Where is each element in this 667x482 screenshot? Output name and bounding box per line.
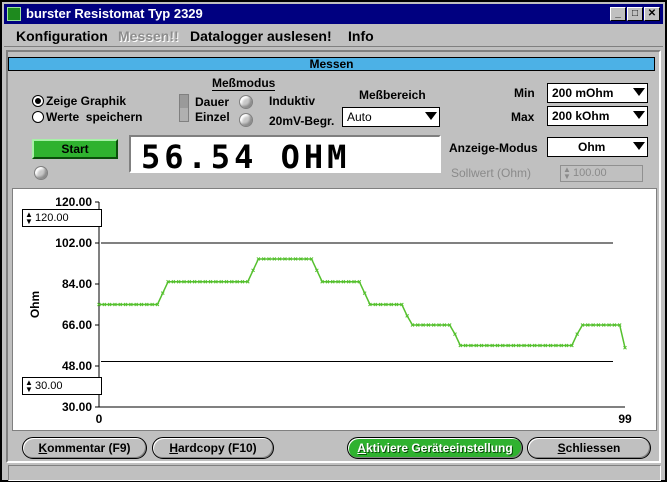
maximize-button[interactable]: □ (627, 7, 643, 21)
title-bar: burster Resistomat Typ 2329 _ □ ✕ (4, 4, 663, 24)
menu-datalogger[interactable]: Datalogger auslesen! (190, 28, 332, 44)
kommentar-button[interactable]: Kommentar (F9) (22, 437, 147, 459)
spin-arrows-icon: ▲ ▼ (563, 165, 571, 181)
window-title: burster Resistomat Typ 2329 (26, 6, 203, 21)
sollwert-input[interactable]: ▲ ▼ 100.00 (560, 165, 643, 182)
y-axis-label: Ohm (28, 291, 42, 318)
radio-werte-speichern[interactable] (32, 111, 44, 123)
induktiv-led[interactable] (239, 95, 253, 109)
max-range-dropdown[interactable]: 200 kOhm (547, 106, 648, 126)
max-range-value: 200 kOhm (552, 109, 610, 123)
chart-area: 120.00 102.00 84.00 66.00 48.00 30.00 0 99 Ohm (12, 188, 657, 431)
y-tick-label: 48.00 (62, 359, 92, 373)
start-button[interactable]: Start (32, 139, 118, 159)
reading-display: 56.54 OHM (129, 135, 441, 176)
radio-werte-speichern-label: Werte speichern (46, 110, 143, 124)
einzel-label: Einzel (195, 110, 230, 124)
y-tick-label: 66.00 (62, 318, 92, 332)
spin-arrows-icon: ▲ ▼ (25, 210, 33, 226)
app-window: burster Resistomat Typ 2329 _ □ ✕ Konfig… (0, 0, 667, 482)
y-tick-label: 30.00 (62, 400, 92, 414)
reading-value: 56.54 OHM (141, 138, 351, 176)
min-label: Min (514, 86, 535, 100)
radio-zeige-graphik-label: Zeige Graphik (46, 94, 127, 108)
y-min-value: 30.00 (35, 380, 63, 392)
dauer-einzel-switch[interactable] (179, 94, 189, 122)
dauer-label: Dauer (195, 95, 230, 109)
begr-label: 20mV-Begr. (269, 114, 335, 128)
series-line (99, 258, 626, 348)
spin-arrows-icon: ▲ ▼ (25, 378, 33, 394)
menu-konfiguration[interactable]: Konfiguration (16, 28, 108, 44)
messbereich-value: Auto (347, 110, 372, 124)
radio-zeige-graphik[interactable] (32, 95, 44, 107)
resistance-chart: 120.00 102.00 84.00 66.00 48.00 30.00 0 99 Ohm (28, 195, 632, 426)
chevron-down-icon (633, 142, 645, 150)
messbereich-dropdown[interactable]: Auto (342, 107, 440, 127)
menu-bar: Konfiguration Messen!! Datalogger ausles… (4, 25, 663, 47)
hardcopy-button[interactable]: Hardcopy (F10) (152, 437, 274, 459)
schliessen-button[interactable]: Schliessen (527, 437, 651, 459)
anzeige-modus-label: Anzeige-Modus (449, 141, 538, 155)
chevron-down-icon (633, 88, 645, 96)
y-max-value: 120.00 (35, 212, 69, 224)
app-icon (7, 7, 21, 21)
close-button[interactable]: ✕ (644, 7, 660, 21)
min-range-value: 200 mOhm (552, 86, 614, 100)
begr-led[interactable] (239, 113, 253, 127)
minimize-button[interactable]: _ (610, 7, 626, 21)
menu-info[interactable]: Info (348, 28, 374, 44)
max-label: Max (511, 110, 535, 124)
chevron-down-icon (633, 111, 645, 119)
messbereich-label: Meßbereich (359, 88, 426, 102)
panel-title: Messen (8, 57, 655, 71)
messmodus-title: Meßmodus (212, 76, 276, 91)
sollwert-value: 100.00 (573, 167, 607, 179)
y-tick-label: 120.00 (55, 195, 92, 209)
sollwert-label: Sollwert (Ohm) (451, 166, 532, 180)
min-range-dropdown[interactable]: 200 mOhm (547, 83, 648, 103)
menu-messen[interactable]: Messen!! (118, 28, 179, 44)
y-min-spinbox[interactable]: ▲ ▼ 30.00 (22, 377, 102, 395)
chevron-down-icon (425, 112, 437, 120)
aktiviere-geraeteeinstellung-button[interactable]: Aktiviere Geräteeinstellung (347, 437, 523, 459)
induktiv-label: Induktiv (269, 94, 316, 108)
anzeige-modus-dropdown[interactable]: Ohm (547, 137, 648, 157)
status-bar (8, 465, 661, 481)
x-tick-label: 99 (618, 412, 632, 426)
y-tick-label: 84.00 (62, 277, 92, 291)
x-tick-label: 0 (96, 412, 103, 426)
status-led (34, 166, 48, 180)
y-max-spinbox[interactable]: ▲ ▼ 120.00 (22, 209, 102, 227)
anzeige-modus-value: Ohm (578, 140, 606, 154)
y-tick-label: 102.00 (55, 236, 92, 250)
